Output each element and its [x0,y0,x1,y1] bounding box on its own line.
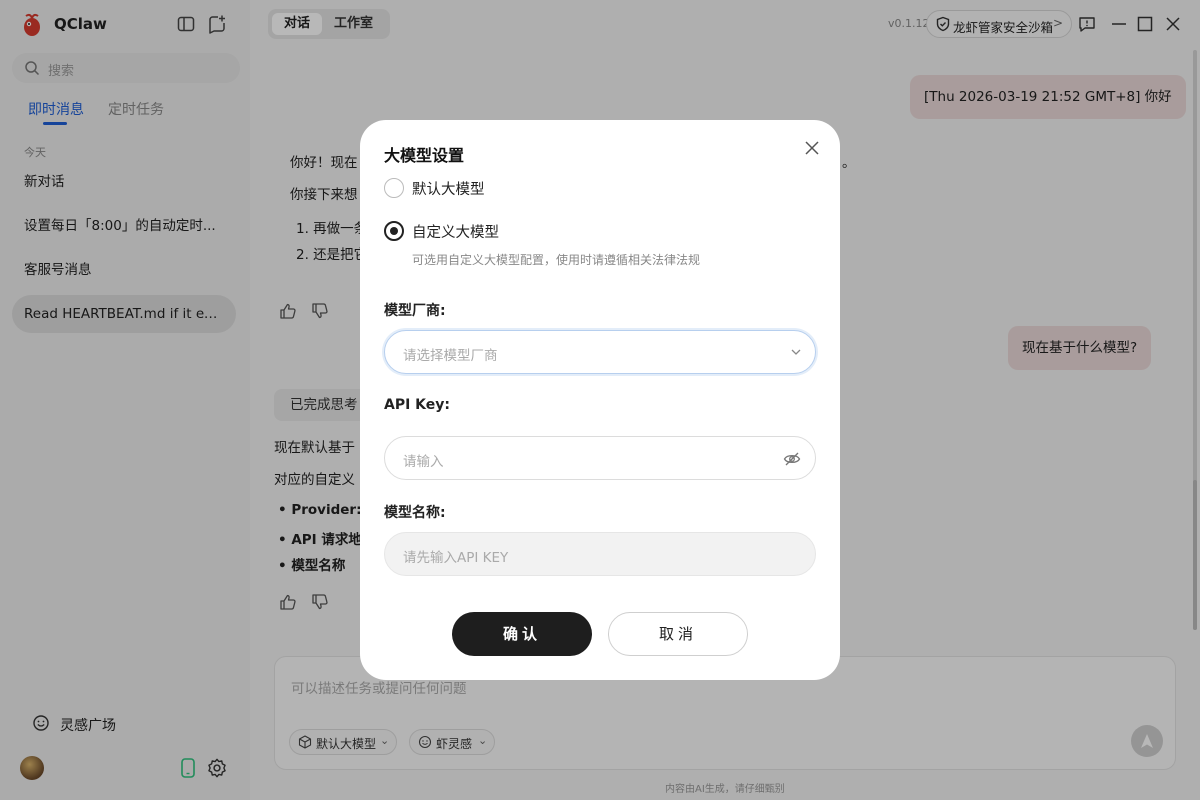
confirm-button[interactable]: 确认 [452,612,592,656]
vendor-select[interactable]: 请选择模型厂商 [384,330,816,374]
radio-default-model[interactable] [384,178,404,198]
radio-custom-model-label[interactable]: 自定义大模型 [412,221,499,242]
vendor-label: 模型厂商: [384,303,446,319]
cancel-button[interactable]: 取消 [608,612,748,656]
dialog-title: 大模型设置 [384,146,465,165]
api-key-label: API Key: [384,397,451,413]
model-name-placeholder: 请先输入API KEY [403,550,509,566]
api-key-input[interactable]: 请输入 [384,436,816,480]
model-settings-dialog: 大模型设置 默认大模型 自定义大模型 可选用自定义大模型配置，使用时请遵循相关法… [360,120,840,680]
chevron-down-icon [791,349,801,355]
api-key-placeholder: 请输入 [403,454,444,470]
radio-default-model-label[interactable]: 默认大模型 [412,178,485,199]
model-name-input[interactable]: 请先输入API KEY [384,532,816,576]
vendor-placeholder: 请选择模型厂商 [403,348,498,364]
model-name-label: 模型名称: [384,505,446,521]
close-icon[interactable] [802,138,822,158]
custom-model-hint: 可选用自定义大模型配置，使用时请遵循相关法律法规 [412,253,701,267]
eye-off-icon[interactable] [783,450,801,468]
radio-custom-model[interactable] [384,221,404,241]
app-window: QClaw 搜索 即时消息 定时任务 今天 新对话 设置每日「8:00」的自动定… [0,0,1200,800]
